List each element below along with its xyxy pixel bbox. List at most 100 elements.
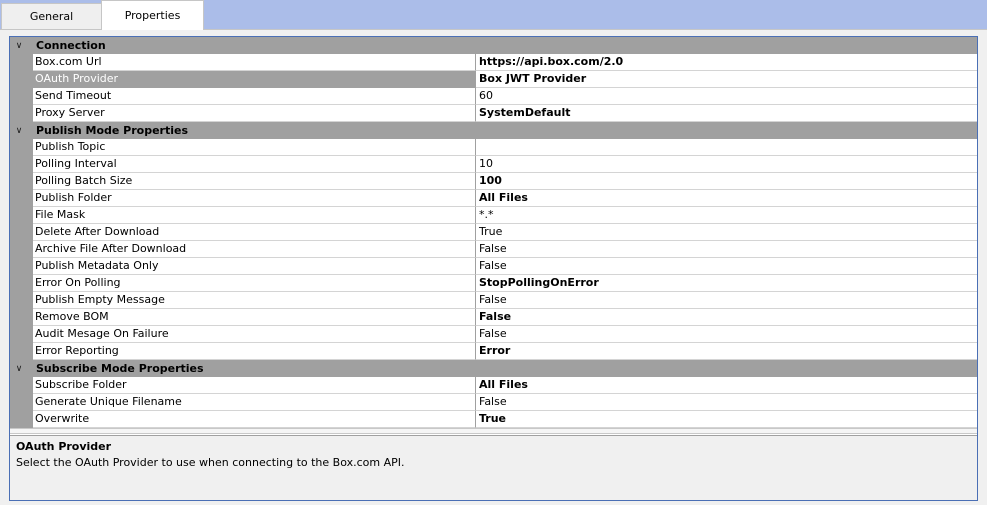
property-name[interactable]: Overwrite xyxy=(33,411,476,428)
property-row[interactable]: Publish Topic xyxy=(10,139,977,156)
row-gutter xyxy=(10,394,33,411)
property-value[interactable]: True xyxy=(476,224,977,241)
category-row[interactable]: ∨ Subscribe Mode Properties xyxy=(10,360,977,377)
row-gutter xyxy=(10,54,33,71)
property-row[interactable]: Delete After Download True xyxy=(10,224,977,241)
row-gutter xyxy=(10,258,33,275)
property-value[interactable] xyxy=(476,139,977,156)
property-name[interactable]: OAuth Provider xyxy=(33,71,476,88)
property-name[interactable]: Generate Unique Filename xyxy=(33,394,476,411)
row-gutter xyxy=(10,309,33,326)
property-row[interactable]: Audit Mesage On Failure False xyxy=(10,326,977,343)
property-value[interactable]: False xyxy=(476,394,977,411)
property-value[interactable]: https://api.box.com/2.0 xyxy=(476,54,977,71)
grid-end-row xyxy=(10,428,977,434)
property-row[interactable]: Error Reporting Error xyxy=(10,343,977,360)
property-row[interactable]: Remove BOM False xyxy=(10,309,977,326)
property-value[interactable]: Error xyxy=(476,343,977,360)
property-value[interactable]: False xyxy=(476,326,977,343)
tab-general[interactable]: General xyxy=(1,3,102,29)
property-name[interactable]: Publish Metadata Only xyxy=(33,258,476,275)
property-row[interactable]: Publish Metadata Only False xyxy=(10,258,977,275)
row-gutter xyxy=(10,224,33,241)
property-name[interactable]: Archive File After Download xyxy=(33,241,476,258)
category-label: Connection xyxy=(36,39,106,52)
property-name[interactable]: Proxy Server xyxy=(33,105,476,122)
property-value[interactable]: *.* xyxy=(476,207,977,224)
tab-general-label: General xyxy=(29,10,74,23)
row-gutter xyxy=(10,241,33,258)
property-name[interactable]: Subscribe Folder xyxy=(33,377,476,394)
property-row[interactable]: Error On Polling StopPollingOnError xyxy=(10,275,977,292)
property-row[interactable]: Polling Interval 10 xyxy=(10,156,977,173)
property-value[interactable]: All Files xyxy=(476,377,977,394)
property-row[interactable]: Publish Empty Message False xyxy=(10,292,977,309)
category-row[interactable]: ∨ Publish Mode Properties xyxy=(10,122,977,139)
row-gutter xyxy=(10,139,33,156)
property-row[interactable]: Box.com Url https://api.box.com/2.0 xyxy=(10,54,977,71)
tab-properties[interactable]: Properties xyxy=(101,0,204,30)
property-name[interactable]: Remove BOM xyxy=(33,309,476,326)
property-name[interactable]: Publish Topic xyxy=(33,139,476,156)
chevron-down-icon[interactable]: ∨ xyxy=(10,122,28,139)
property-row[interactable]: Publish Folder All Files xyxy=(10,190,977,207)
chevron-down-icon[interactable]: ∨ xyxy=(10,360,28,377)
property-grid-frame: ∨ Connection Box.com Url https://api.box.co… xyxy=(9,36,978,501)
tab-properties-label: Properties xyxy=(124,9,181,22)
row-gutter xyxy=(10,173,33,190)
property-name[interactable]: Audit Mesage On Failure xyxy=(33,326,476,343)
property-grid: ∨ Connection Box.com Url https://api.box.co… xyxy=(10,37,977,428)
property-value[interactable]: False xyxy=(476,292,977,309)
property-value[interactable]: 10 xyxy=(476,156,977,173)
property-name[interactable]: Publish Folder xyxy=(33,190,476,207)
row-gutter xyxy=(10,105,33,122)
property-value[interactable]: False xyxy=(476,241,977,258)
property-name[interactable]: Polling Batch Size xyxy=(33,173,476,190)
description-pane: OAuth Provider Select the OAuth Provider… xyxy=(10,435,977,500)
row-gutter xyxy=(10,292,33,309)
properties-panel: ∨ Connection Box.com Url https://api.box.co… xyxy=(0,29,987,505)
property-value[interactable]: Box JWT Provider xyxy=(476,71,977,88)
tab-strip: General Properties xyxy=(0,0,987,30)
property-value[interactable]: False xyxy=(476,258,977,275)
property-value[interactable]: 100 xyxy=(476,173,977,190)
property-name[interactable]: Polling Interval xyxy=(33,156,476,173)
property-row[interactable]: Generate Unique Filename False xyxy=(10,394,977,411)
property-value[interactable]: 60 xyxy=(476,88,977,105)
property-value[interactable]: StopPollingOnError xyxy=(476,275,977,292)
row-gutter xyxy=(10,275,33,292)
category-label: Publish Mode Properties xyxy=(36,124,189,137)
property-name[interactable]: Publish Empty Message xyxy=(33,292,476,309)
category-row[interactable]: ∨ Connection xyxy=(10,37,977,54)
description-title: OAuth Provider xyxy=(16,440,112,453)
property-value[interactable]: True xyxy=(476,411,977,428)
property-value[interactable]: All Files xyxy=(476,190,977,207)
property-row[interactable]: Polling Batch Size 100 xyxy=(10,173,977,190)
property-row[interactable]: Proxy Server SystemDefault xyxy=(10,105,977,122)
property-value[interactable]: SystemDefault xyxy=(476,105,977,122)
row-gutter xyxy=(10,377,33,394)
row-gutter xyxy=(10,71,33,88)
property-name[interactable]: Send Timeout xyxy=(33,88,476,105)
category-label: Subscribe Mode Properties xyxy=(36,362,204,375)
chevron-down-icon[interactable]: ∨ xyxy=(10,37,28,54)
property-name[interactable]: File Mask xyxy=(33,207,476,224)
row-gutter xyxy=(10,190,33,207)
property-row[interactable]: File Mask *.* xyxy=(10,207,977,224)
property-row[interactable]: Send Timeout 60 xyxy=(10,88,977,105)
property-row[interactable]: Overwrite True xyxy=(10,411,977,428)
description-text: Select the OAuth Provider to use when co… xyxy=(16,456,405,469)
property-row[interactable]: Archive File After Download False xyxy=(10,241,977,258)
row-gutter xyxy=(10,88,33,105)
property-value[interactable]: False xyxy=(476,309,977,326)
row-gutter xyxy=(10,326,33,343)
property-row[interactable]: OAuth Provider Box JWT Provider xyxy=(10,71,977,88)
property-row[interactable]: Subscribe Folder All Files xyxy=(10,377,977,394)
row-gutter xyxy=(10,207,33,224)
property-name[interactable]: Error Reporting xyxy=(33,343,476,360)
property-name[interactable]: Delete After Download xyxy=(33,224,476,241)
property-name[interactable]: Error On Polling xyxy=(33,275,476,292)
row-gutter xyxy=(10,411,33,428)
row-gutter xyxy=(10,156,33,173)
property-name[interactable]: Box.com Url xyxy=(33,54,476,71)
